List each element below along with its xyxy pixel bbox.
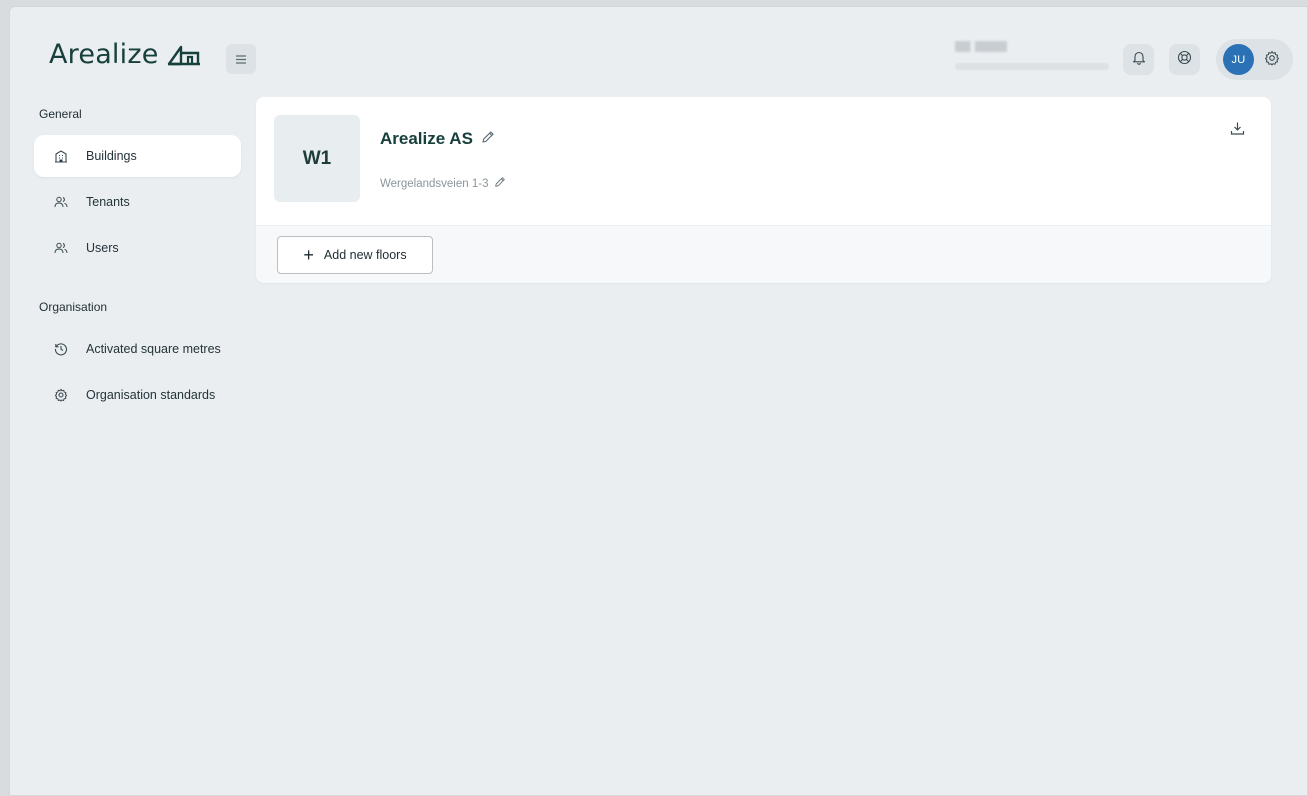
sidebar-section-general: General — [39, 107, 82, 121]
user-org-blurred — [955, 63, 1109, 70]
sidebar-item-label: Users — [86, 241, 119, 255]
card-footer: + Add new floors — [256, 225, 1271, 283]
gear-icon — [1264, 50, 1280, 71]
edit-name-pencil-icon[interactable] — [481, 129, 495, 149]
menu-toggle-button[interactable] — [226, 44, 256, 74]
settings-button[interactable] — [1260, 48, 1284, 72]
sidebar-item-organisation-standards[interactable]: Organisation standards — [34, 374, 241, 416]
sidebar-item-tenants[interactable]: Tenants — [34, 181, 241, 223]
download-icon — [1230, 121, 1245, 141]
building-address: Wergelandsveien 1-3 — [380, 177, 489, 190]
sidebar-item-buildings[interactable]: Buildings — [34, 135, 241, 177]
building-card: W1 Arealize AS Wergelandsveien 1-3 + Add… — [256, 97, 1271, 283]
add-new-floors-button[interactable]: + Add new floors — [277, 236, 433, 274]
building-address-row: Wergelandsveien 1-3 — [380, 176, 506, 191]
building-name: Arealize AS — [380, 129, 473, 148]
user-name-blurred — [955, 41, 1007, 52]
sidebar-item-users[interactable]: Users — [34, 227, 241, 269]
logo-mark-icon — [167, 44, 201, 66]
users-icon — [54, 241, 68, 255]
add-new-floors-label: Add new floors — [323, 248, 407, 262]
building-code-tile: W1 — [274, 115, 360, 202]
sidebar-item-label: Tenants — [86, 195, 130, 209]
building-name-row: Arealize AS — [380, 129, 495, 149]
bell-icon — [1132, 50, 1146, 70]
building-icon — [54, 149, 68, 163]
sidebar-item-label: Activated square metres — [86, 342, 221, 356]
sidebar-item-label: Buildings — [86, 149, 137, 163]
user-info-redacted — [955, 41, 1111, 77]
help-button[interactable] — [1169, 44, 1200, 75]
logo[interactable]: Arealize — [49, 39, 201, 70]
plus-icon: + — [303, 245, 314, 265]
sidebar-item-label: Organisation standards — [86, 388, 216, 402]
download-button[interactable] — [1227, 121, 1247, 141]
app-content: Arealize JU General Buildings Tenants Us… — [18, 7, 1307, 791]
edit-address-pencil-icon[interactable] — [494, 176, 506, 191]
avatar[interactable]: JU — [1223, 44, 1254, 75]
users-icon — [54, 195, 68, 209]
notifications-button[interactable] — [1123, 44, 1154, 75]
sidebar-section-organisation: Organisation — [39, 300, 108, 314]
history-icon — [54, 342, 68, 356]
logo-text: Arealize — [49, 39, 159, 70]
sidebar-item-activated-square-metres[interactable]: Activated square metres — [34, 328, 241, 370]
hamburger-icon — [236, 51, 246, 67]
gear-icon — [54, 388, 68, 402]
app-window: Arealize JU General Buildings Tenants Us… — [9, 6, 1308, 796]
lifebuoy-icon — [1177, 50, 1192, 70]
